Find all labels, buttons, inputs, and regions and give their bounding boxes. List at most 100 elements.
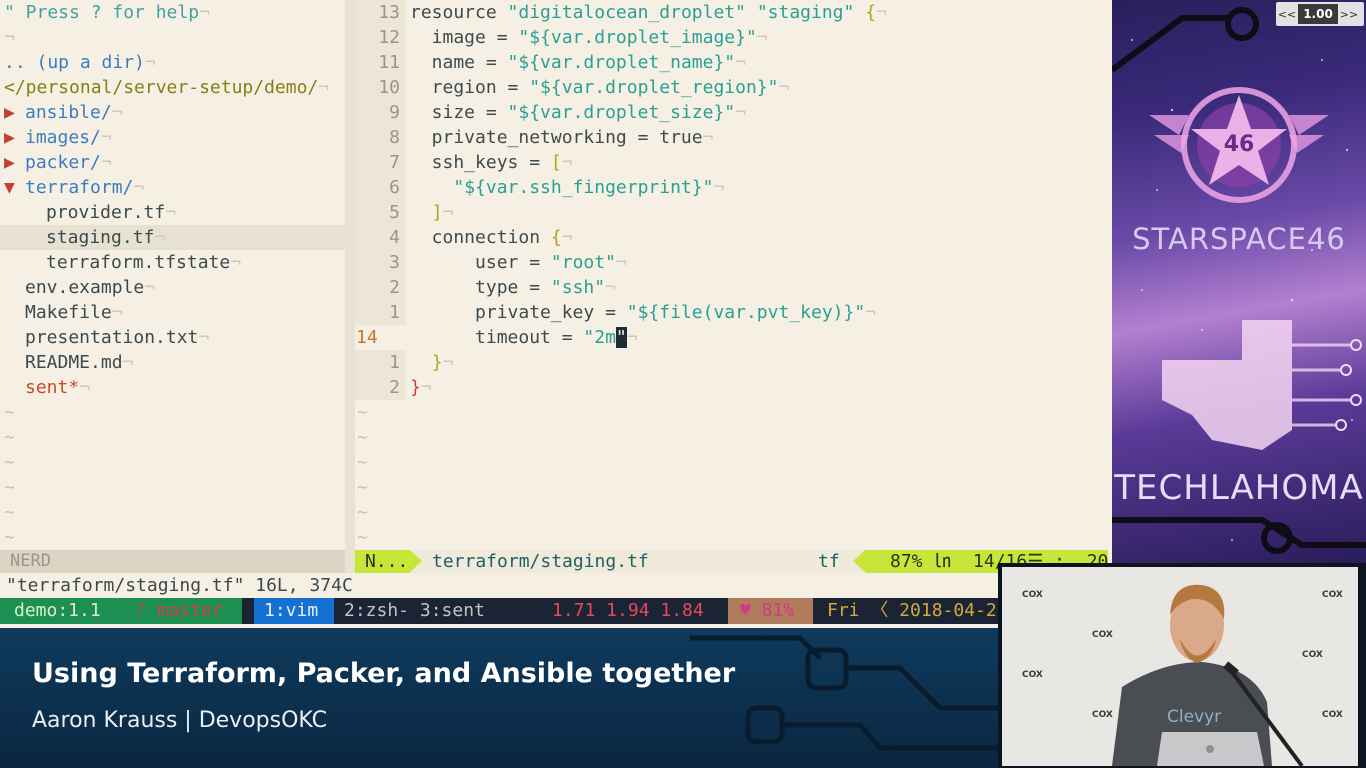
editor-empty-lines: ~ ~ ~ ~ ~ ~ bbox=[355, 400, 1108, 550]
eol-marker: ¬ bbox=[165, 202, 177, 223]
tree-file[interactable]: staging.tf¬ bbox=[0, 225, 345, 250]
nerdtree-up-dir[interactable]: .. (up a dir)¬ bbox=[0, 50, 345, 75]
line-number: 6 bbox=[355, 175, 406, 200]
editor-lines: 13 resource "digitalocean_droplet" "stagi… bbox=[355, 0, 1108, 400]
line-number: 1 bbox=[355, 300, 406, 325]
backdrop-logo: COX bbox=[1022, 590, 1043, 600]
backdrop-logo: COX bbox=[1302, 650, 1323, 660]
code-line[interactable]: 12 image = "${var.droplet_image}"¬ bbox=[355, 25, 1108, 50]
tree-file[interactable]: env.example¬ bbox=[0, 275, 345, 300]
empty-line: ~ bbox=[355, 475, 1108, 500]
nerdtree-panel[interactable]: " Press ? for help¬ ¬ .. (up a dir)¬ </p… bbox=[0, 0, 345, 550]
code-line[interactable]: 2}¬ bbox=[355, 375, 1108, 400]
playback-speed-control[interactable]: << 1.00 >> bbox=[1276, 2, 1364, 26]
terminal-window: " Press ? for help¬ ¬ .. (up a dir)¬ </p… bbox=[0, 0, 1112, 628]
tree-file[interactable]: terraform.tfstate¬ bbox=[0, 250, 345, 275]
eol-marker: ¬ bbox=[100, 152, 112, 173]
eol-marker: ¬ bbox=[442, 352, 454, 373]
empty-line: ~ bbox=[0, 525, 345, 550]
code-line[interactable]: 11 name = "${var.droplet_name}"¬ bbox=[355, 50, 1108, 75]
lower-third-banner: Using Terraform, Packer, and Ansible tog… bbox=[0, 628, 998, 768]
eol-marker: ¬ bbox=[122, 352, 134, 373]
load-average: 1.71 1.94 1.84 bbox=[524, 598, 728, 624]
line-number: 2 bbox=[355, 375, 406, 400]
code-line[interactable]: 9 size = "${var.droplet_size}"¬ bbox=[355, 100, 1108, 125]
empty-line: ~ bbox=[355, 400, 1108, 425]
airline-filetype: tf bbox=[818, 551, 840, 572]
nerdtree-root-path: </personal/server-setup/demo/¬ bbox=[4, 77, 330, 98]
tilde-marker: ~ bbox=[357, 477, 368, 498]
code-line[interactable]: 1 private_key = "${file(var.pvt_key)}"¬ bbox=[355, 300, 1108, 325]
airline-filename: terraform/staging.tf bbox=[432, 551, 649, 572]
code-keyword: region = bbox=[410, 77, 530, 98]
editor-pane[interactable]: 13 resource "digitalocean_droplet" "stagi… bbox=[355, 0, 1108, 550]
tmux-window-list[interactable]: 2:zsh- 3:sent bbox=[334, 598, 524, 624]
tree-folder[interactable]: ▶ packer/¬ bbox=[0, 150, 345, 175]
speaker-video[interactable]: COX COX COX COX COX COX COX Clevyr bbox=[998, 563, 1366, 768]
forward-button[interactable]: >> bbox=[1338, 4, 1360, 24]
tree-item-label: presentation.txt bbox=[25, 327, 199, 348]
eol-marker: ¬ bbox=[420, 377, 432, 398]
lower-third-circuit bbox=[690, 635, 998, 751]
code-line[interactable]: 5 ]¬ bbox=[355, 200, 1108, 225]
vim-command-line[interactable]: "terraform/staging.tf" 16L, 374C bbox=[0, 573, 1112, 598]
backdrop-logo: COX bbox=[1092, 630, 1113, 640]
code-line[interactable]: 3 user = "root"¬ bbox=[355, 250, 1108, 275]
code-line[interactable]: 13 resource "digitalocean_droplet" "stagi… bbox=[355, 0, 1108, 25]
tree-folder[interactable]: ▼ terraform/¬ bbox=[0, 175, 345, 200]
tree-file[interactable]: presentation.txt¬ bbox=[0, 325, 345, 350]
tree-file[interactable]: sent*¬ bbox=[0, 375, 345, 400]
tree-folder[interactable]: ▶ images/¬ bbox=[0, 125, 345, 150]
line-number: 2 bbox=[355, 275, 406, 300]
line-number: 5 bbox=[355, 200, 406, 225]
code-string: "${var.ssh_fingerprint}" bbox=[453, 177, 714, 198]
line-number: 3 bbox=[355, 250, 406, 275]
code-line[interactable]: 2 type = "ssh"¬ bbox=[355, 275, 1108, 300]
code-line[interactable]: 4 connection {¬ bbox=[355, 225, 1108, 250]
tilde-marker: ~ bbox=[357, 402, 368, 423]
tree-item-label: env.example bbox=[25, 277, 145, 298]
code-text: }¬ bbox=[406, 350, 454, 375]
tmux-gap bbox=[242, 598, 254, 624]
tree-item-label: README.md bbox=[25, 352, 123, 373]
code-line[interactable]: 10 region = "${var.droplet_region}"¬ bbox=[355, 75, 1108, 100]
code-string: "root" bbox=[550, 252, 616, 273]
tree-item-label: staging.tf bbox=[46, 227, 155, 248]
code-keyword: timeout = bbox=[410, 327, 584, 348]
empty-line: ~ bbox=[0, 400, 345, 425]
eol-marker: ¬ bbox=[713, 177, 725, 198]
code-text: connection {¬ bbox=[406, 225, 573, 250]
code-keyword: size = bbox=[410, 102, 508, 123]
tmux-window-active[interactable]: 1:vim bbox=[254, 598, 334, 624]
code-keyword: private_networking = true bbox=[410, 127, 703, 148]
tree-item-label: Makefile bbox=[25, 302, 112, 323]
eol-marker: ¬ bbox=[735, 52, 746, 73]
code-keyword: private_key = bbox=[410, 302, 627, 323]
code-line[interactable]: 14 timeout = "2m"¬ bbox=[355, 325, 1108, 350]
tree-file[interactable]: Makefile¬ bbox=[0, 300, 345, 325]
eol-marker: ¬ bbox=[79, 377, 91, 398]
tree-folder[interactable]: ▶ ansible/¬ bbox=[0, 100, 345, 125]
code-keyword: connection bbox=[410, 227, 551, 248]
line-number: 1 bbox=[355, 350, 406, 375]
tilde-marker: ~ bbox=[357, 452, 368, 473]
code-line[interactable]: 7 ssh_keys = [¬ bbox=[355, 150, 1108, 175]
backdrop-logo: COX bbox=[1322, 710, 1343, 720]
line-number: 11 bbox=[355, 50, 406, 75]
eol-marker: ¬ bbox=[561, 152, 573, 173]
code-line[interactable]: 8 private_networking = true¬ bbox=[355, 125, 1108, 150]
code-line[interactable]: 6 "${var.ssh_fingerprint}"¬ bbox=[355, 175, 1108, 200]
code-string: "${var.droplet_image}" bbox=[518, 27, 757, 48]
tree-file[interactable]: README.md¬ bbox=[0, 350, 345, 375]
rewind-button[interactable]: << bbox=[1276, 4, 1298, 24]
tree-file[interactable]: provider.tf¬ bbox=[0, 200, 345, 225]
code-text: image = "${var.droplet_image}"¬ bbox=[406, 25, 768, 50]
code-bracket: } bbox=[410, 377, 421, 398]
eol-marker: ¬ bbox=[626, 327, 638, 348]
split-divider[interactable] bbox=[345, 0, 355, 573]
code-bracket: } bbox=[431, 352, 443, 373]
code-line[interactable]: 1 }¬ bbox=[355, 350, 1108, 375]
tilde-marker: ~ bbox=[357, 502, 368, 523]
